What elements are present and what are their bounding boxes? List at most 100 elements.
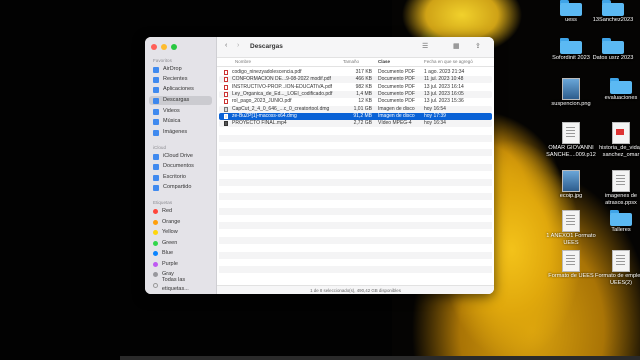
file-kind: Imagen de disco (378, 112, 415, 119)
file-row[interactable]: Ley_Organica_de_Ed..._LOEI_codificado.pd… (219, 90, 492, 98)
file-size: 91,2 MB (353, 112, 372, 119)
file-size: 317 KB (355, 69, 372, 75)
sidebar-item-descargas[interactable]: Descargas (149, 96, 212, 105)
airdrop-icon (153, 66, 159, 73)
back-button[interactable]: ‹ (225, 42, 227, 49)
desktop-icon-label: 1 ANEXO1 Formato UEES (546, 233, 596, 246)
sidebar-tag-item[interactable]: Todas las etiquetas... (149, 277, 212, 292)
file-name: PROYECTO FINAL.mp4 (232, 120, 287, 127)
folder-icon (560, 38, 582, 54)
minimize-window-button[interactable] (161, 44, 167, 50)
desktop-icon-label: 13Sanchez2023 (592, 17, 634, 23)
sidebar-item-aplicaciones[interactable]: Aplicaciones (149, 85, 212, 94)
sidebar-item-documentos[interactable]: Documentos (149, 162, 212, 171)
empty-row (219, 230, 492, 237)
doc-file-icon (562, 210, 580, 232)
sidebar-item-label: Videos (163, 108, 180, 114)
applications-icon (153, 86, 159, 93)
file-row[interactable]: ze-BuZP[1]-macoss-x64.dmg 91,2 MB Imagen d… (219, 112, 492, 120)
file-date: hoy 17:39 (424, 112, 446, 119)
file-row[interactable]: CapCut_2_4_0_646_...c_0_creatortool.dmg 1… (219, 105, 492, 113)
file-name: rol_pago_2023_JUNIO.pdf (232, 98, 292, 105)
close-window-button[interactable] (151, 44, 157, 50)
file-name: codigo_ninezyadolescencia.pdf (232, 69, 302, 75)
sidebar-item-label: Compartido (163, 184, 192, 190)
column-date-header[interactable]: Fecha en que se agregó (424, 59, 473, 64)
file-row[interactable]: INSTRUCTIVO-PROP...ION-EDUCATIVA.pdf 982 … (219, 84, 492, 91)
sidebar-item-compartido[interactable]: Compartido (149, 183, 212, 192)
sidebar-item-airdrop[interactable]: AirDrop (149, 65, 212, 74)
sidebar-header-tags: Etiquetas (153, 200, 173, 205)
sidebar-tag-item[interactable]: Purple (149, 260, 212, 269)
forward-button[interactable]: › (237, 42, 239, 49)
tag-color-dot-icon (153, 261, 158, 267)
column-size-header[interactable]: Tamaño (343, 59, 359, 64)
zoom-window-button[interactable] (171, 44, 177, 50)
empty-row (219, 186, 492, 193)
empty-row (219, 259, 492, 266)
file-kind: Documento PDF (378, 98, 415, 105)
desktop-icon-item[interactable]: Talleres (591, 210, 640, 234)
folder-icon (610, 78, 632, 94)
file-size: 1,01 GB (353, 105, 372, 112)
doc-file-icon (612, 170, 630, 192)
tag-color-dot-icon (153, 240, 158, 246)
img-file-icon (562, 78, 580, 100)
list-view-icon[interactable]: ☰ (422, 42, 428, 50)
download-icon (153, 97, 159, 104)
desktop-icon-label: Formato de empleo - UEES(2) (595, 273, 640, 286)
sidebar-item-icloud-drive[interactable]: iCloud Drive (149, 152, 212, 161)
finder-content: ‹ › Descargas ☰ ▦ ⇪ ◇ Nombre Tamaño Clas… (217, 37, 494, 294)
doc-file-icon (562, 250, 580, 272)
desktop-icon-item[interactable]: evaluaciones (591, 78, 640, 102)
sidebar-item-musica[interactable]: Música (149, 117, 212, 126)
sidebar-tag-item[interactable]: Orange (149, 218, 212, 227)
column-kind-header[interactable]: Clase (378, 59, 390, 64)
desktop-icon-label: Datos usrz 2023 (592, 55, 634, 61)
file-date: 13 jul. 2023 16:14 (424, 83, 464, 90)
file-date: 11 jul. 2023 10:48 (424, 76, 464, 83)
pdf-file-icon (224, 91, 228, 97)
column-headers: Nombre Tamaño Clase Fecha en que se agre… (217, 57, 494, 67)
file-row[interactable]: CONFORMACION DE...9-08-2022 modif.pdf 466… (219, 76, 492, 84)
sidebar-item-recientes[interactable]: Recientes (149, 75, 212, 84)
tag-label: Green (162, 239, 178, 246)
desktop-icon-item[interactable]: Datos usrz 2023 (583, 38, 640, 62)
desktop-icon-item[interactable]: imagenes de atrasos.ppsx (591, 170, 640, 206)
file-row[interactable]: codigo_ninezyadolescencia.pdf 317 KB Docum… (219, 69, 492, 76)
sidebar-item-label: Música (163, 118, 181, 124)
mp4-file-icon (224, 121, 228, 127)
file-kind: Documento PDF (378, 76, 415, 83)
share-icon[interactable]: ⇪ (475, 42, 481, 50)
grid-view-icon[interactable]: ▦ (453, 42, 460, 50)
file-row[interactable]: rol_pago_2023_JUNIO.pdf 12 KB Documento PD… (219, 98, 492, 105)
empty-row (219, 244, 492, 251)
tag-color-dot-icon (153, 282, 158, 288)
document-icon (153, 163, 159, 170)
desktop-icon-item[interactable]: 13Sanchez2023 (583, 0, 640, 24)
sidebar-tag-item[interactable]: Yellow (149, 228, 212, 237)
sidebar-item-escritorio[interactable]: Escritorio (149, 173, 212, 182)
sidebar-item-videos[interactable]: Videos (149, 107, 212, 116)
desktop-icon-item[interactable]: Formato de empleo - UEES(2) (591, 250, 640, 286)
file-name: ze-BuZP[1]-macoss-x64.dmg (232, 112, 297, 119)
sidebar-tag-item[interactable]: Red (149, 207, 212, 216)
empty-row (219, 266, 492, 274)
file-date: 1 ago. 2023 21:34 (424, 69, 465, 75)
column-name-header[interactable]: Nombre (235, 59, 251, 64)
tag-color-dot-icon (153, 251, 158, 256)
sidebar-item-imagenes[interactable]: Imágenes (149, 128, 212, 137)
file-row[interactable]: PROYECTO FINAL.mp4 2,72 GB Vídeo MPEG-4 hoy… (219, 120, 492, 128)
desktop-icon-item[interactable]: historia_de_vida_ sanchez_omar (591, 122, 640, 158)
tag-label: Yellow (162, 229, 178, 235)
pdf-file-icon (224, 77, 228, 83)
file-name: Ley_Organica_de_Ed..._LOEI_codificado.pd… (232, 90, 333, 97)
sidebar-tag-item[interactable]: Blue (149, 249, 212, 258)
file-kind: Documento PDF (378, 90, 415, 97)
sidebar-item-label: Aplicaciones (163, 86, 194, 92)
img-file-icon (562, 170, 580, 192)
empty-row (219, 134, 492, 142)
film-icon (153, 108, 159, 115)
sidebar-tag-item[interactable]: Green (149, 239, 212, 248)
empty-row (219, 222, 492, 230)
